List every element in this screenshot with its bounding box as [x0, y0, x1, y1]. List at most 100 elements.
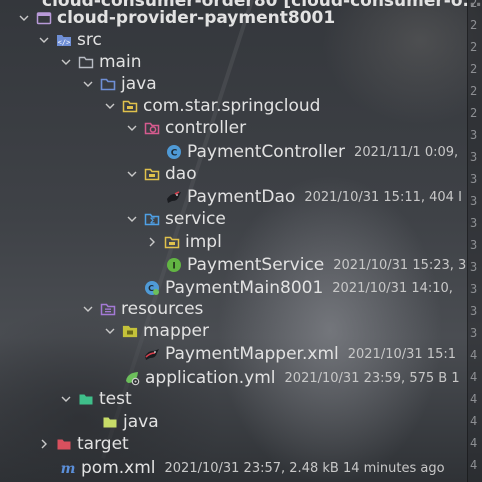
package-label: com.star.springcloud: [143, 96, 321, 116]
line-number: 3: [470, 304, 478, 318]
line-number: 4: [470, 348, 478, 362]
tree-row-application-yml[interactable]: application.yml 2021/10/31 23:59, 575 B …: [0, 367, 468, 389]
tree-row-payment-dao[interactable]: PaymentDao 2021/10/31 15:11, 404 I: [0, 186, 468, 208]
chevron-down-icon[interactable]: [60, 56, 72, 68]
folder-label: mapper: [143, 321, 210, 341]
xml-bird-icon: [144, 346, 160, 362]
chevron-down-icon[interactable]: [126, 213, 138, 225]
file-label: PaymentController: [187, 142, 346, 162]
resources-root-icon: [100, 301, 116, 317]
tree-row-payment-controller[interactable]: C PaymentController 2021/11/1 0:09,: [0, 141, 468, 163]
folder-label: main: [99, 52, 142, 72]
folder-icon: [122, 323, 138, 339]
chevron-down-icon[interactable]: [38, 34, 50, 46]
line-number: 4: [470, 392, 478, 406]
test-root-icon: [78, 391, 94, 407]
tree-row-payment-main8001[interactable]: C PaymentMain8001 2021/10/31 14:10,: [0, 277, 468, 299]
folder-icon: [102, 414, 118, 430]
chevron-down-icon[interactable]: [126, 122, 138, 134]
tree-row-controller[interactable]: controller: [0, 117, 468, 139]
file-meta: 2021/10/31 23:57, 2.48 kB 14 minutes ago: [164, 460, 445, 476]
tree-row-dao[interactable]: dao: [0, 163, 468, 185]
maven-pom-icon: m: [60, 460, 76, 476]
spring-yaml-icon: [124, 370, 140, 386]
folder-label: src: [77, 30, 102, 50]
file-label: PaymentService: [187, 255, 325, 275]
tree-row-test-java[interactable]: java: [0, 411, 468, 433]
chevron-down-icon[interactable]: [60, 393, 72, 405]
line-number: 2: [470, 0, 478, 10]
chevron-down-icon[interactable]: [104, 100, 116, 112]
chevron-right-icon[interactable]: [146, 236, 158, 248]
chevron-down-icon[interactable]: [82, 303, 94, 315]
chevron-down-icon[interactable]: [82, 78, 94, 90]
line-number: 3: [470, 194, 478, 208]
file-label: application.yml: [145, 368, 276, 388]
folder-label: target: [77, 434, 129, 454]
tree-row-payment-service[interactable]: I PaymentService 2021/10/31 15:23, 3: [0, 254, 468, 276]
package-label: impl: [185, 232, 222, 252]
folder-label: test: [99, 389, 132, 409]
file-label: PaymentDao: [187, 187, 296, 207]
tree-row-java[interactable]: java: [0, 73, 468, 95]
tree-row-cloud-provider-payment8001[interactable]: cloud-provider-payment8001: [0, 7, 468, 29]
tree-row-target[interactable]: target: [0, 433, 468, 455]
editor-line-gutter: 2 2 2 2 2 2 3 3 3 3 3 3 3 3 3 3 4 4 4 4 …: [467, 0, 482, 482]
file-meta: 2021/10/31 15:23, 3: [333, 257, 467, 273]
line-number: 2: [470, 106, 478, 120]
module-name-label: cloud-provider-payment8001: [57, 8, 336, 28]
svg-text:I: I: [172, 262, 175, 272]
source-root-icon: [100, 76, 116, 92]
line-number: 3: [470, 238, 478, 252]
package-icon: [144, 166, 160, 182]
svg-text:m: m: [61, 461, 76, 476]
line-number: 2: [470, 84, 478, 98]
tree-row-test[interactable]: test: [0, 388, 468, 410]
tree-row-mapper[interactable]: mapper: [0, 320, 468, 342]
package-label: service: [165, 209, 226, 229]
tree-row-pom-xml[interactable]: m pom.xml 2021/10/31 23:57, 2.48 kB 14 m…: [0, 457, 468, 479]
file-label: PaymentMain8001: [165, 278, 324, 298]
interface-icon: I: [166, 257, 182, 273]
file-meta: 2021/10/31 14:10,: [332, 280, 453, 296]
tree-row-com-star-springcloud[interactable]: com.star.springcloud: [0, 95, 468, 117]
svg-text:C: C: [171, 149, 178, 159]
folder-label: resources: [121, 299, 204, 319]
file-meta: 2021/10/31 23:59, 575 B 1: [284, 370, 460, 386]
line-number: 4: [470, 370, 478, 384]
line-number: 2: [470, 62, 478, 76]
tree-row-resources[interactable]: resources: [0, 298, 468, 320]
project-tree[interactable]: cloud-consumer-order80 [cloud-consumer-o…: [0, 0, 482, 482]
tree-row-impl[interactable]: impl: [0, 231, 468, 253]
package-label: dao: [165, 164, 197, 184]
chevron-down-icon[interactable]: [18, 12, 30, 24]
line-number: 4: [470, 436, 478, 450]
line-number: 4: [470, 458, 478, 472]
line-number: 3: [470, 216, 478, 230]
line-number: 2: [470, 18, 478, 32]
controller-package-icon: [144, 120, 160, 136]
file-meta: 2021/10/31 15:1: [347, 346, 456, 362]
file-meta: 2021/11/1 0:09,: [354, 144, 459, 160]
line-number: 2: [470, 40, 478, 54]
chevron-down-icon[interactable]: [126, 168, 138, 180]
svg-text:Σ: Σ: [150, 217, 155, 226]
package-icon: [164, 234, 180, 250]
chevron-right-icon[interactable]: [38, 438, 50, 450]
tree-row-src[interactable]: </> src: [0, 29, 468, 51]
folder-label: java: [121, 74, 157, 94]
line-number: 3: [470, 282, 478, 296]
spring-boot-class-icon: C: [144, 280, 160, 296]
line-number: 3: [470, 326, 478, 340]
tree-row-payment-mapper-xml[interactable]: PaymentMapper.xml 2021/10/31 15:1: [0, 343, 468, 365]
line-number: 3: [470, 128, 478, 142]
tree-row-main[interactable]: main: [0, 51, 468, 73]
tree-row-service[interactable]: Σ service: [0, 208, 468, 230]
chevron-down-icon[interactable]: [104, 325, 116, 337]
service-package-icon: Σ: [144, 211, 160, 227]
module-icon: [36, 10, 52, 26]
line-number: 4: [470, 414, 478, 428]
file-label: PaymentMapper.xml: [165, 344, 339, 364]
target-folder-icon: [56, 436, 72, 452]
class-icon: C: [166, 144, 182, 160]
